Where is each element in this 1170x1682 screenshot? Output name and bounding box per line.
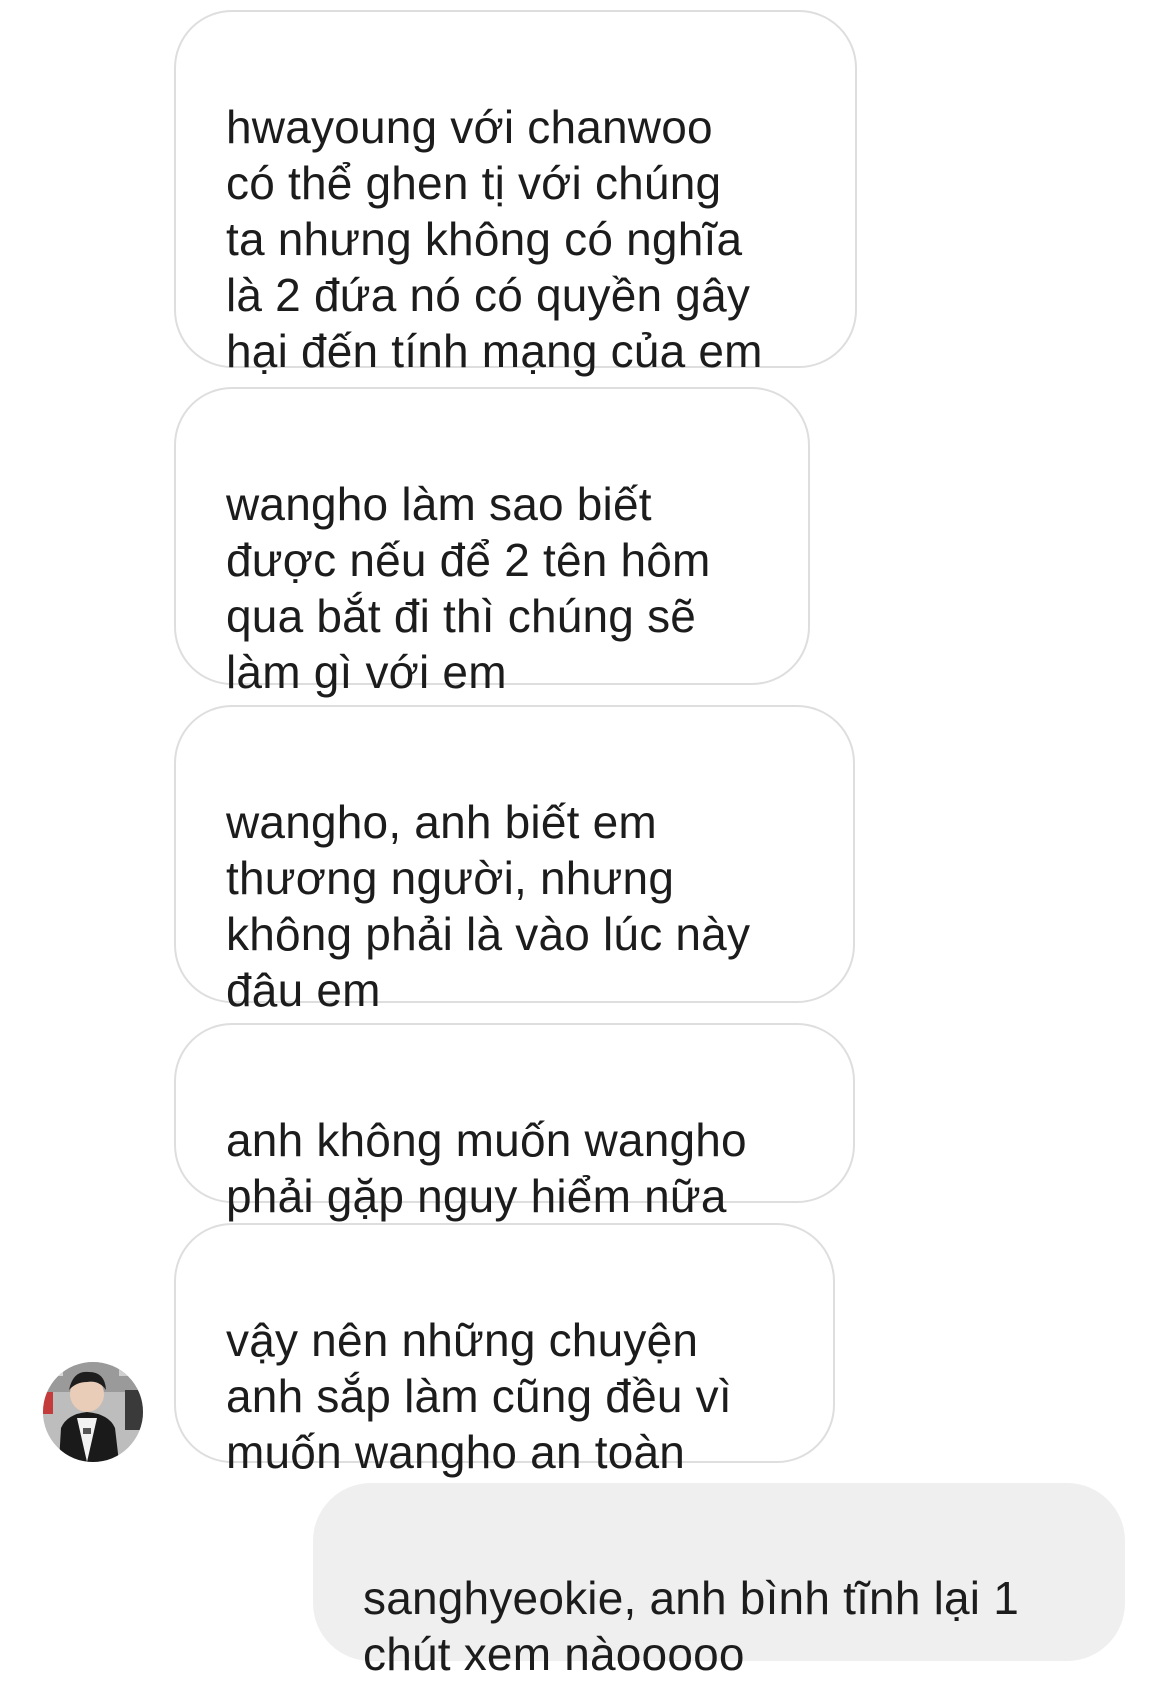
incoming-message-bubble[interactable]: hwayoung với chanwoo có thể ghen tị với … — [174, 10, 857, 377]
message-text: hwayoung với chanwoo có thể ghen tị với … — [226, 101, 763, 377]
incoming-message-bubble[interactable]: anh không muốn wangho phải gặp nguy hiểm… — [174, 1023, 855, 1222]
message-text: vậy nên những chuyện anh sắp làm cũng đề… — [226, 1314, 732, 1478]
sender-avatar[interactable] — [43, 1362, 143, 1462]
outgoing-message-bubble[interactable]: sanghyeokie, anh bình tĩnh lại 1 chút xe… — [313, 1483, 1125, 1680]
message-text: anh không muốn wangho phải gặp nguy hiểm… — [226, 1114, 747, 1222]
incoming-message-bubble[interactable]: wangho làm sao biết được nếu để 2 tên hô… — [174, 387, 810, 698]
message-text: sanghyeokie, anh bình tĩnh lại 1 chút xe… — [363, 1572, 1019, 1680]
incoming-message-bubble[interactable]: wangho, anh biết em thương người, nhưng … — [174, 705, 855, 1016]
user-avatar-photo-icon — [43, 1362, 143, 1462]
incoming-message-bubble[interactable]: vậy nên những chuyện anh sắp làm cũng đề… — [174, 1223, 835, 1478]
message-text: wangho làm sao biết được nếu để 2 tên hô… — [226, 478, 711, 698]
message-text: wangho, anh biết em thương người, nhưng … — [226, 796, 751, 1016]
